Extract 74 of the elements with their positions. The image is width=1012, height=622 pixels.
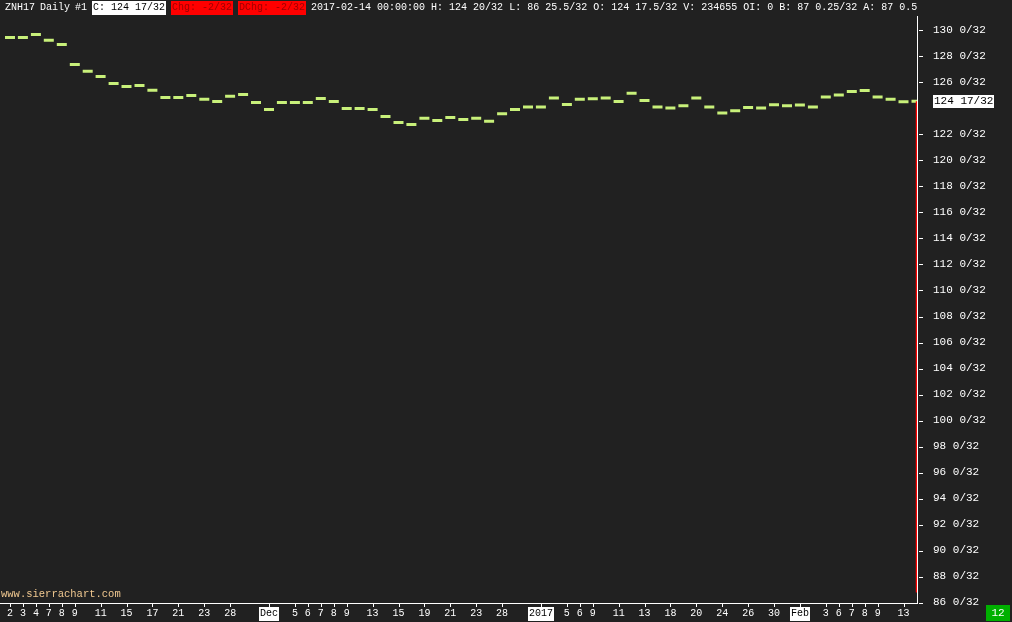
axis-label: 11 (612, 607, 625, 621)
axis-label: 9 (589, 607, 596, 621)
header-text: DChg: -2/32 (238, 1, 307, 15)
axis-label: 9 (343, 607, 350, 621)
axis-label: 92 0/32 (933, 518, 980, 532)
header-text: Chg: -2/32 (171, 1, 234, 15)
axis-label: 90 0/32 (933, 544, 980, 558)
axis-label: 28 (496, 607, 509, 621)
axis-label: 98 0/32 (933, 440, 980, 454)
axis-label: 94 0/32 (933, 492, 980, 506)
axis-label: 9 (71, 607, 78, 621)
axis-label: 7 (45, 607, 52, 621)
axis-label: 15 (392, 607, 405, 621)
axis-label: 108 0/32 (933, 310, 986, 323)
axis-label: 130 0/32 (933, 23, 986, 37)
axis-label: 13 (897, 607, 910, 621)
axis-label: 4 (32, 607, 39, 621)
axis-label: 3 (19, 607, 26, 621)
axis-label: 24 (716, 607, 729, 621)
axis-label: 8 (330, 607, 337, 621)
axis-label: 116 0/32 (933, 205, 986, 219)
status-badge: 12 (986, 605, 1010, 621)
header-text: C: 124 17/32 (92, 1, 167, 15)
axis-label: 8 (861, 607, 868, 621)
axis-label: 15 (120, 607, 133, 621)
axis-label: 6 (576, 607, 583, 621)
axis-label: 110 0/32 (933, 283, 986, 297)
axis-label: 28 (224, 607, 237, 621)
axis-label: 122 0/32 (933, 127, 986, 141)
axis-label: 88 0/32 (933, 570, 980, 584)
axis-label: 9 (874, 607, 881, 621)
axis-label: 5 (291, 607, 298, 621)
axis-label: 106 0/32 (933, 336, 986, 350)
axis-label: 23 (198, 607, 211, 621)
axis-label: 2017 (527, 607, 554, 621)
axis-label: 17 (146, 607, 159, 621)
axis-label: Feb (789, 607, 810, 621)
axis-label: 102 0/32 (933, 388, 986, 402)
axis-label: 120 0/32 (933, 153, 986, 167)
axis-label: 6 (835, 607, 842, 621)
axis-label: 104 0/32 (933, 362, 986, 376)
website-link[interactable]: www.sierrachart.com (1, 588, 121, 601)
axis-label: 21 (444, 607, 457, 621)
header-text: #1 (75, 1, 88, 15)
axis-label: Dec (259, 607, 279, 621)
axis-label: 128 0/32 (933, 49, 986, 63)
axis-label: 8 (58, 607, 65, 621)
axis-label: 11 (94, 607, 107, 621)
axis-label: 114 0/32 (933, 231, 986, 245)
header-text: Daily (40, 1, 71, 15)
axis-label: 86 0/32 (933, 596, 980, 606)
axis-label: 7 (848, 607, 855, 621)
axis-label: 5 (563, 607, 570, 621)
axis-label: 26 (742, 607, 755, 621)
axis-label: 96 0/32 (933, 466, 980, 480)
axis-label: 6 (304, 607, 311, 621)
axis-label: 13 (638, 607, 651, 621)
axis-label: 13 (366, 607, 379, 621)
axis-label: 23 (470, 607, 483, 621)
axis-label: 100 0/32 (933, 414, 986, 428)
axis-label: 20 (690, 607, 703, 621)
axis-label: 30 (768, 607, 781, 621)
axis-label: 21 (172, 607, 185, 621)
axis-label: 112 0/32 (933, 257, 986, 271)
axis-label: 7 (317, 607, 324, 621)
axis-label: 18 (664, 607, 677, 621)
axis-label: 126 0/32 (933, 75, 986, 89)
axis-label: 19 (418, 607, 431, 621)
header-text: 2017-02-14 00:00:00 H: 124 20/32 L: 86 25.5/32 O: 124 17.5/32 V: 234655 OI: 0 B: 87 0.25/32 A: 87 0.5 (311, 1, 918, 15)
axis-label: 3 (822, 607, 829, 621)
axis-label: 118 0/32 (933, 179, 986, 193)
axis-label: 2 (7, 607, 13, 621)
price-marker: 124 17/32 (933, 94, 995, 108)
header-text: ZNH17 (5, 1, 35, 15)
